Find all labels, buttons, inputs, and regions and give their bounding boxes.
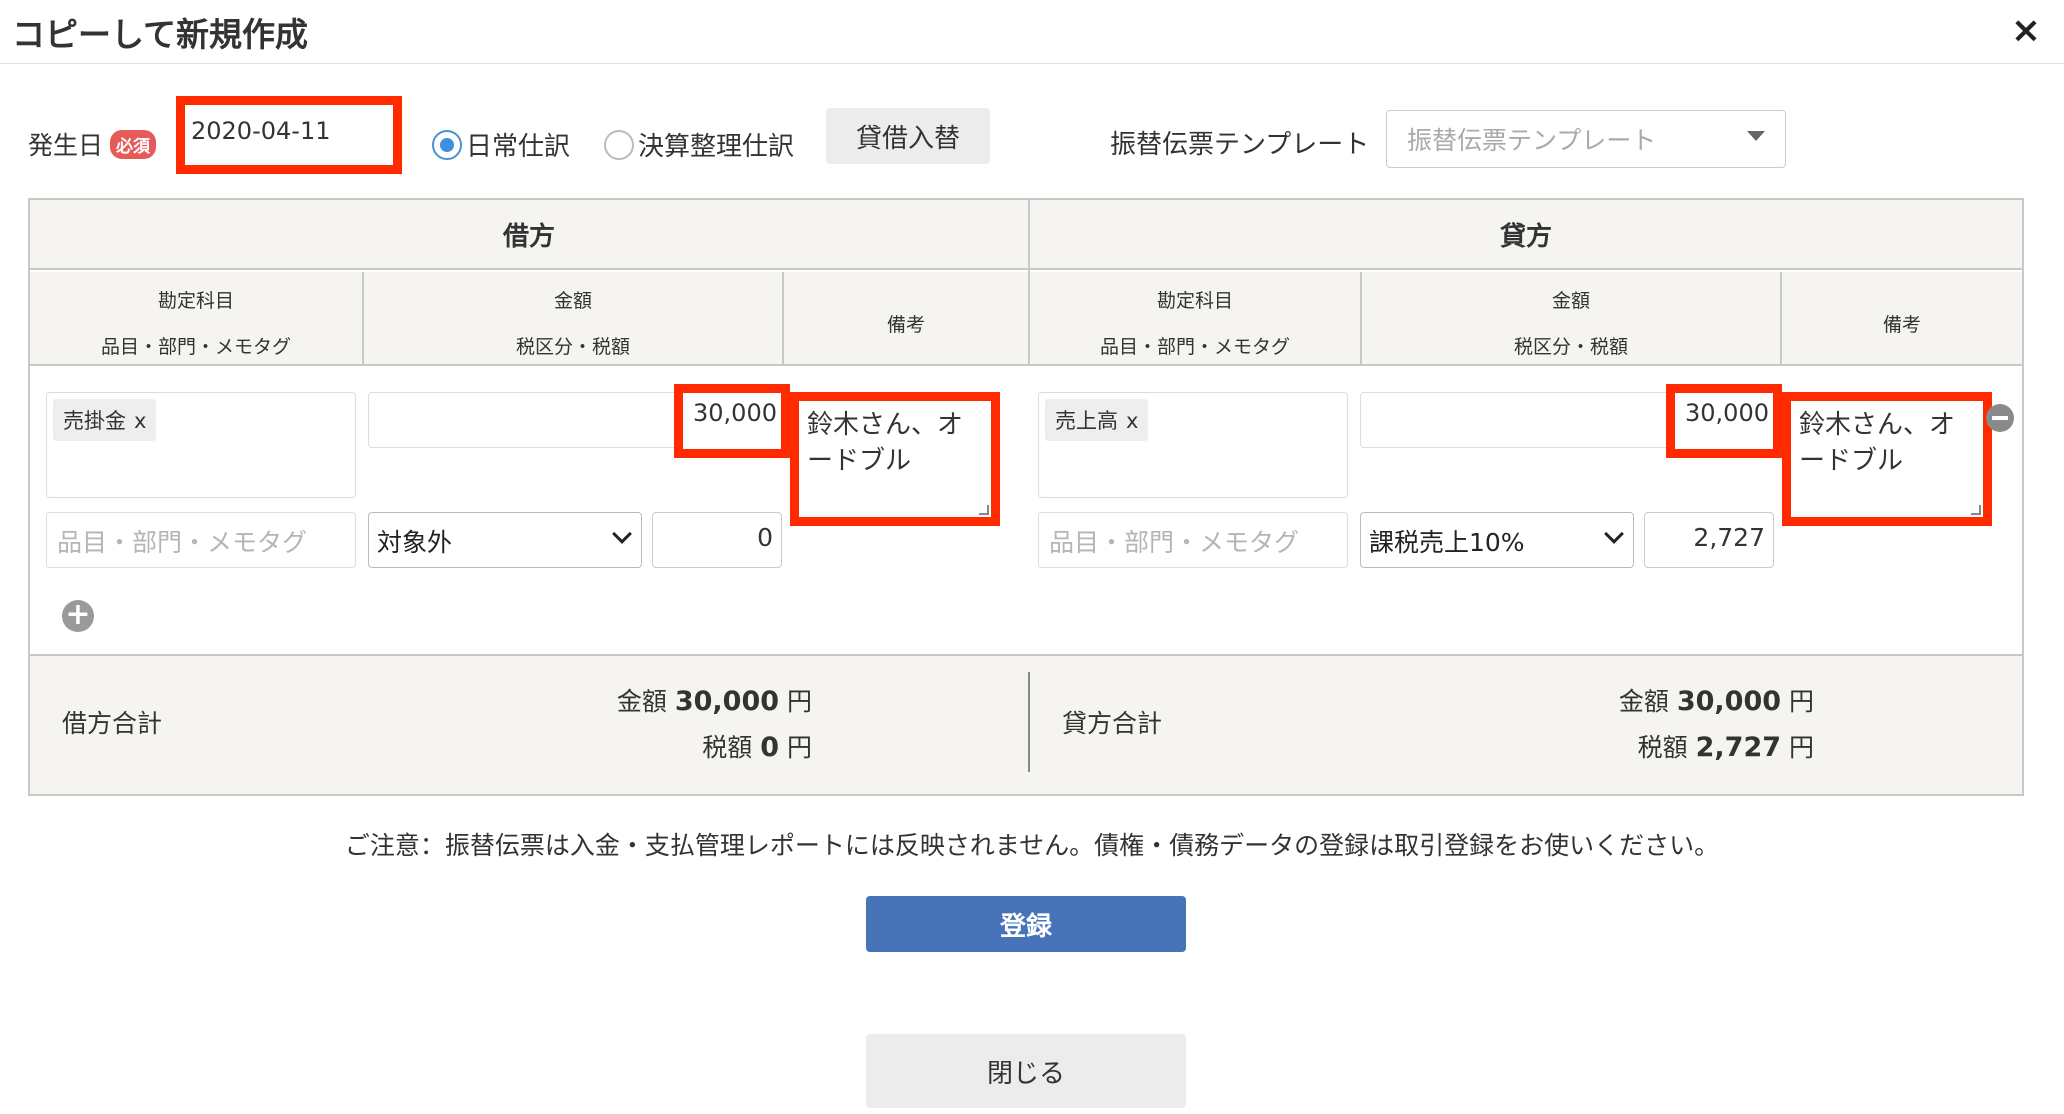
credit-total-label: 貸方合計: [1062, 709, 1163, 738]
date-input[interactable]: 2020-04-11: [176, 96, 402, 174]
debit-account-chip: 売掛金 x: [53, 399, 157, 441]
chevron-down-icon: [1604, 524, 1624, 544]
register-button[interactable]: 登録: [866, 896, 1186, 952]
radio-closing-label: 決算整理仕訳: [638, 132, 795, 162]
credit-tax-amount[interactable]: 2,727: [1644, 512, 1774, 568]
credit-tax-select[interactable]: 課税売上10%: [1360, 512, 1634, 568]
close-button[interactable]: 閉じる: [866, 1034, 1186, 1108]
col-head-amount: 金額 税区分・税額: [364, 272, 784, 366]
credit-tag-input[interactable]: 品目・部門・メモタグ: [1038, 512, 1348, 568]
remove-chip-icon[interactable]: x: [1126, 409, 1138, 433]
caret-down-icon: [1747, 131, 1765, 141]
remove-row-icon[interactable]: [1986, 404, 2014, 432]
debit-tax-select[interactable]: 対象外: [368, 512, 642, 568]
debit-tag-input[interactable]: 品目・部門・メモタグ: [46, 512, 356, 568]
radio-closing-entry[interactable]: 決算整理仕訳: [604, 126, 794, 163]
debit-account-field[interactable]: 売掛金 x: [46, 392, 356, 498]
date-label: 発生日: [28, 131, 104, 160]
dialog-header: コピーして新規作成 ×: [0, 0, 2064, 64]
remove-chip-icon[interactable]: x: [134, 409, 146, 433]
debit-total-amount: 金額 30,000 円: [616, 686, 812, 717]
credit-header: 貸方: [1030, 200, 2022, 270]
debit-account-label: 売掛金: [63, 409, 126, 433]
radio-normal-label: 日常仕訳: [466, 132, 571, 162]
debit-memo-text: 鈴木さん、オードブル: [807, 410, 964, 476]
col-head-account: 勘定科目 品目・部門・メモタグ: [1030, 272, 1362, 366]
debit-tax-category: 対象外: [377, 528, 453, 557]
close-icon[interactable]: ×: [2006, 8, 2046, 52]
radio-normal-entry[interactable]: 日常仕訳: [432, 126, 570, 163]
credit-account-label: 売上高: [1055, 409, 1118, 433]
debit-amount-value[interactable]: 30,000: [674, 384, 790, 458]
credit-tax-category: 課税売上10%: [1369, 528, 1525, 557]
template-select[interactable]: 振替伝票テンプレート: [1386, 110, 1786, 168]
debit-memo-textarea[interactable]: 鈴木さん、オードブル: [790, 392, 1000, 526]
credit-memo-text: 鈴木さん、オードブル: [1799, 410, 1956, 476]
template-placeholder: 振替伝票テンプレート: [1407, 126, 1657, 155]
totals-bar: 借方合計 金額 30,000 円 税額 0 円 貸方合計 金額 30,000 円…: [30, 654, 2022, 794]
debit-tax-amount[interactable]: 0: [652, 512, 782, 568]
resize-grip-icon[interactable]: [979, 505, 989, 515]
credit-account-chip: 売上高 x: [1045, 399, 1149, 441]
radio-checked-icon[interactable]: [432, 129, 462, 160]
col-head-amount: 金額 税区分・税額: [1362, 272, 1782, 366]
credit-total-tax: 税額 2,727 円: [1637, 732, 1814, 763]
col-head-account: 勘定科目 品目・部門・メモタグ: [30, 272, 364, 366]
col-head-memo: 備考: [784, 272, 1030, 366]
debit-total-label: 借方合計: [62, 709, 163, 738]
credit-amount-value[interactable]: 30,000: [1666, 384, 1782, 458]
credit-memo-textarea[interactable]: 鈴木さん、オードブル: [1782, 392, 1992, 526]
col-head-memo: 備考: [1782, 272, 2022, 366]
debit-total-tax: 税額 0 円: [702, 732, 812, 763]
add-row-icon[interactable]: +: [62, 600, 94, 632]
totals-divider: [1028, 672, 1030, 772]
debit-header: 借方: [30, 200, 1028, 270]
dialog-title: コピーして新規作成: [12, 15, 309, 54]
notice-text: ご注意：振替伝票は入金・支払管理レポートには反映されません。債権・債務データの登…: [344, 831, 1720, 860]
resize-grip-icon[interactable]: [1971, 505, 1981, 515]
radio-unchecked-icon[interactable]: [604, 129, 634, 160]
template-label: 振替伝票テンプレート: [1110, 130, 1370, 160]
journal-table: 借方 貸方 勘定科目 品目・部門・メモタグ 金額 税区分・税額 備考 勘定科目 …: [28, 198, 2024, 796]
required-badge: 必須: [110, 130, 156, 159]
credit-total-amount: 金額 30,000 円: [1618, 686, 1814, 717]
header-divider: [1028, 200, 1030, 272]
chevron-down-icon: [612, 524, 632, 544]
swap-debit-credit-button[interactable]: 貸借入替: [826, 108, 990, 164]
credit-account-field[interactable]: 売上高 x: [1038, 392, 1348, 498]
